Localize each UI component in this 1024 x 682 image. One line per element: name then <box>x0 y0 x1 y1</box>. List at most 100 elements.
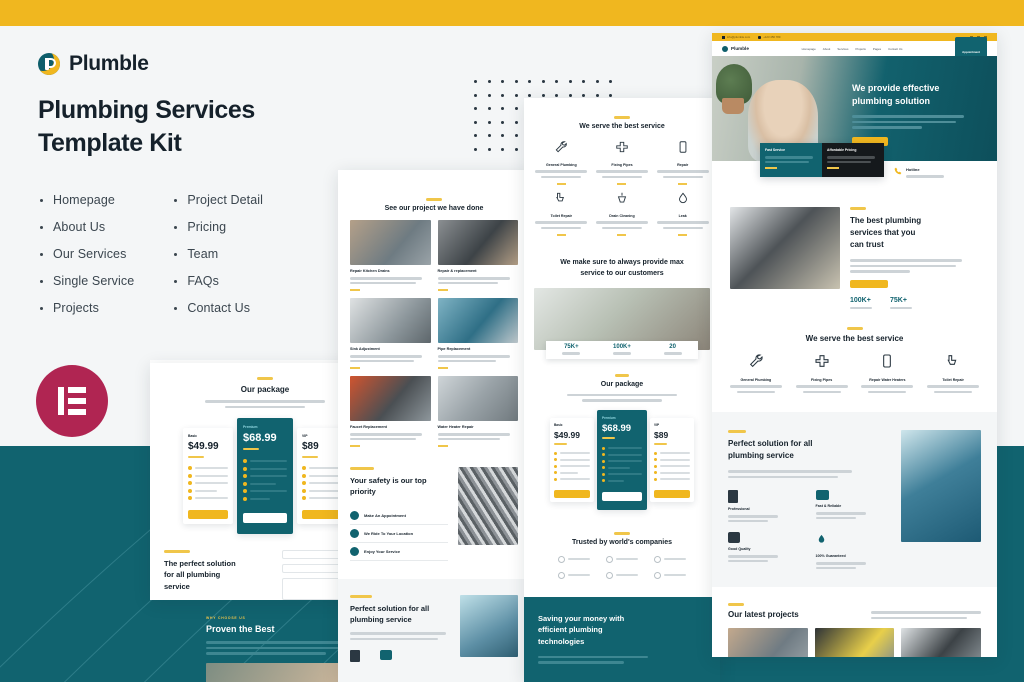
cta-band: Saving your money with efficient plumbin… <box>524 596 720 682</box>
services-title: We serve the best service <box>805 334 904 343</box>
phone-icon <box>894 167 902 175</box>
nav-item[interactable]: Pages <box>873 47 881 51</box>
wrench-icon <box>749 354 763 368</box>
project-link[interactable] <box>350 367 360 369</box>
stat-value: 75K+ <box>564 344 579 351</box>
step-number-icon <box>350 528 359 538</box>
project-card[interactable]: Pipe Replacement <box>437 298 518 369</box>
project-link[interactable] <box>350 445 360 447</box>
package-title: Our package <box>600 380 644 388</box>
section-kicker <box>257 377 273 380</box>
plan-name: VIP <box>654 422 660 427</box>
service-item[interactable]: General Plumbing <box>726 353 786 396</box>
project-title: Sink Adjustment <box>350 347 380 351</box>
homepage-mockup[interactable]: info@plumble.com +123 456 789 Plumble Ho… <box>712 33 997 657</box>
feature-name: Fast & Reliable <box>815 504 842 508</box>
service-link[interactable] <box>678 183 688 185</box>
project-image <box>901 628 981 657</box>
plan-name: Basic <box>554 422 563 427</box>
hero-pot <box>722 98 744 114</box>
project-link[interactable] <box>437 445 448 447</box>
nav-item[interactable]: Projects <box>855 47 865 51</box>
stat-item: 100K+ <box>850 297 872 309</box>
service-link[interactable] <box>617 183 627 185</box>
worker-icon <box>350 650 360 662</box>
service-link[interactable] <box>617 234 627 236</box>
step-label: Enjoy Your Service <box>364 548 401 554</box>
included-pages: Homepage About Us Our Services Single Se… <box>38 186 338 321</box>
brand-lockup: Plumble <box>38 52 338 76</box>
project-link[interactable] <box>437 289 448 291</box>
service-item[interactable]: Repair Water Heaters <box>858 353 918 396</box>
elementor-bars-horizontal <box>68 387 86 415</box>
service-name: General Plumbing <box>545 163 577 167</box>
pricing-card-vip[interactable]: VIP $89 <box>650 417 694 502</box>
stat-value: 75K+ <box>890 296 907 304</box>
card-link[interactable] <box>827 167 839 169</box>
project-card[interactable]: Repair Kitchen Drains <box>728 628 808 657</box>
service-name: Fixing Pipes <box>811 378 833 382</box>
about-cta-button[interactable] <box>850 279 888 288</box>
pricing-card-premium[interactable]: Premium $68.99 <box>237 418 293 534</box>
fast-service-card[interactable]: Fast Service <box>760 143 822 177</box>
project-card[interactable]: Sink Adjustment <box>350 298 431 369</box>
nav-item[interactable]: About <box>823 47 831 51</box>
section-kicker <box>614 116 630 119</box>
page-title-line2: Template Kit <box>38 129 182 157</box>
project-link[interactable] <box>350 289 360 291</box>
service-item[interactable]: General Plumbing <box>534 140 589 185</box>
leak-icon <box>678 192 687 204</box>
pricing-card-basic[interactable]: Basic $49.99 <box>183 428 233 524</box>
list-item: Project Detail <box>172 186 263 213</box>
list-item: Pricing <box>172 213 263 240</box>
service-item[interactable]: Toilet Repair <box>923 353 983 396</box>
plan-cta-button[interactable] <box>654 489 690 498</box>
project-card[interactable]: Repair Kitchen Drains <box>350 220 431 291</box>
plan-cta-button[interactable] <box>602 492 642 502</box>
nav-item[interactable]: Homepage <box>802 47 816 51</box>
service-link[interactable] <box>556 234 566 236</box>
nav-item[interactable]: Contact Us <box>888 47 902 51</box>
project-link[interactable] <box>437 367 448 369</box>
step-number-icon <box>350 510 359 520</box>
project-card[interactable]: Repair & replacement <box>437 220 518 291</box>
project-card[interactable]: Water Heater Repair <box>437 376 518 447</box>
about-image <box>730 207 840 289</box>
service-link[interactable] <box>556 183 566 185</box>
logo-mark-icon <box>654 555 661 563</box>
plan-cta-button[interactable] <box>554 489 590 498</box>
logo-mark-icon <box>606 555 613 563</box>
topbar-phone: +123 456 789 <box>763 35 781 39</box>
affordable-pricing-card[interactable]: Affordable Pricing <box>822 143 884 177</box>
projects-page-mockup[interactable]: See our project we have done Repair Kitc… <box>338 170 530 682</box>
stat-item: 75K+ <box>890 296 912 309</box>
plan-cta-button[interactable] <box>243 512 287 523</box>
screenshot-stage: Plumble Plumbing Services Template Kit H… <box>0 0 1024 682</box>
card-link[interactable] <box>765 167 777 169</box>
project-title: Repair Kitchen Drains <box>350 269 390 273</box>
contact-heading: The perfect solution for all plumbing se… <box>164 559 236 591</box>
plan-cta-button[interactable] <box>302 510 342 519</box>
service-item[interactable]: Repair <box>655 140 710 185</box>
plan-cta-button[interactable] <box>188 510 228 519</box>
project-card[interactable]: Fixing Pipes Project <box>901 628 981 657</box>
project-card[interactable]: Faucet Replacement <box>350 376 431 447</box>
nav-item[interactable]: Services <box>837 47 848 51</box>
project-card[interactable]: Repair & replacement <box>814 628 895 657</box>
solution-section: Perfect solution for all plumbing servic… <box>712 412 997 587</box>
list-item: Contact Us <box>172 294 263 321</box>
pricing-card-premium[interactable]: Premium $68.99 <box>597 409 647 510</box>
topbar-email: info@plumble.com <box>727 35 751 39</box>
service-item[interactable]: Fixing Pipes <box>595 140 650 185</box>
service-item[interactable]: Fixing Pipes <box>792 353 852 396</box>
service-link[interactable] <box>678 234 688 236</box>
service-item[interactable]: Leak <box>655 191 710 236</box>
pricing-card-basic[interactable]: Basic $49.99 <box>550 417 594 502</box>
safety-step: We Ride To Your Location <box>350 525 448 543</box>
services-page-mockup[interactable]: We serve the best service General Plumbi… <box>524 98 720 682</box>
service-item[interactable]: Toilet Repair <box>534 191 589 236</box>
service-item[interactable]: Drain Cleaning <box>595 191 650 236</box>
service-name: Repair Water Heaters <box>869 378 906 382</box>
client-logo <box>654 571 686 579</box>
solution-heading: Perfect solution for all plumbing servic… <box>350 603 430 624</box>
